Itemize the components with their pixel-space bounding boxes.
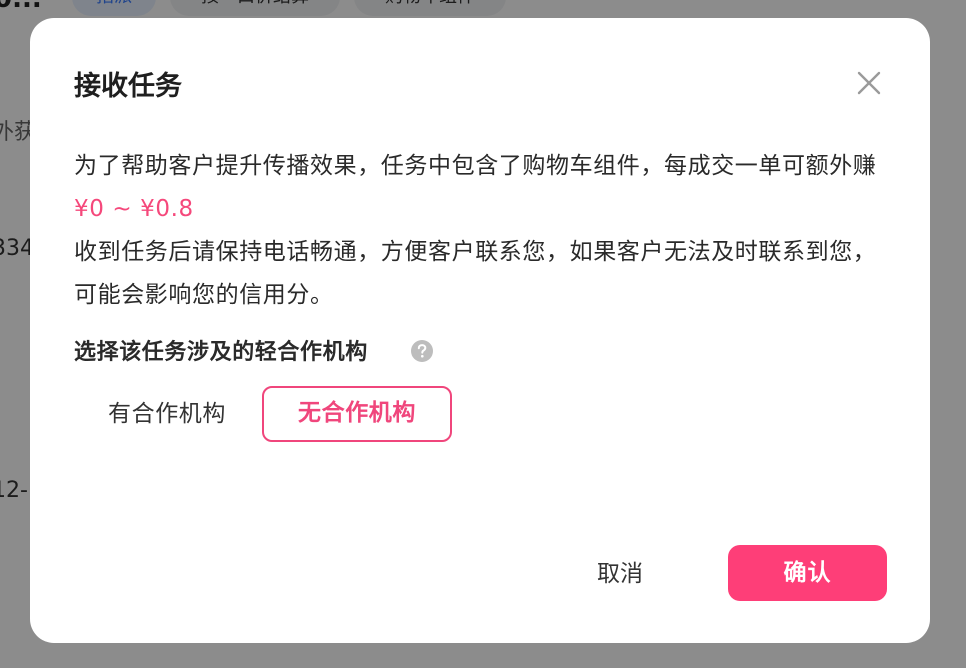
accept-task-dialog: 接收任务 为了帮助客户提升传播效果，任务中包含了购物车组件，每成交一单可额外赚 … — [30, 18, 930, 643]
reward-range: ¥0 ~ ¥0.8 — [74, 196, 194, 222]
option-no-partner[interactable]: 无合作机构 — [262, 386, 452, 442]
confirm-button[interactable]: 确认 — [728, 545, 887, 601]
question-circle-icon[interactable] — [410, 339, 434, 363]
contact-notice: 收到任务后请保持电话畅通，方便客户联系您，如果客户无法及时联系到您，可能会影响您… — [74, 239, 877, 308]
partner-org-label: 选择该任务涉及的轻合作机构 — [74, 340, 368, 365]
close-icon — [857, 71, 881, 95]
cancel-button[interactable]: 取消 — [570, 546, 670, 602]
reward-description: 为了帮助客户提升传播效果，任务中包含了购物车组件，每成交一单可额外赚 ¥0 ~ … — [74, 145, 894, 231]
close-button[interactable] — [854, 68, 884, 98]
dialog-title: 接收任务 — [74, 71, 182, 102]
option-has-partner[interactable]: 有合作机构 — [92, 386, 242, 442]
reward-description-text: 为了帮助客户提升传播效果，任务中包含了购物车组件，每成交一单可额外赚 — [74, 153, 877, 179]
